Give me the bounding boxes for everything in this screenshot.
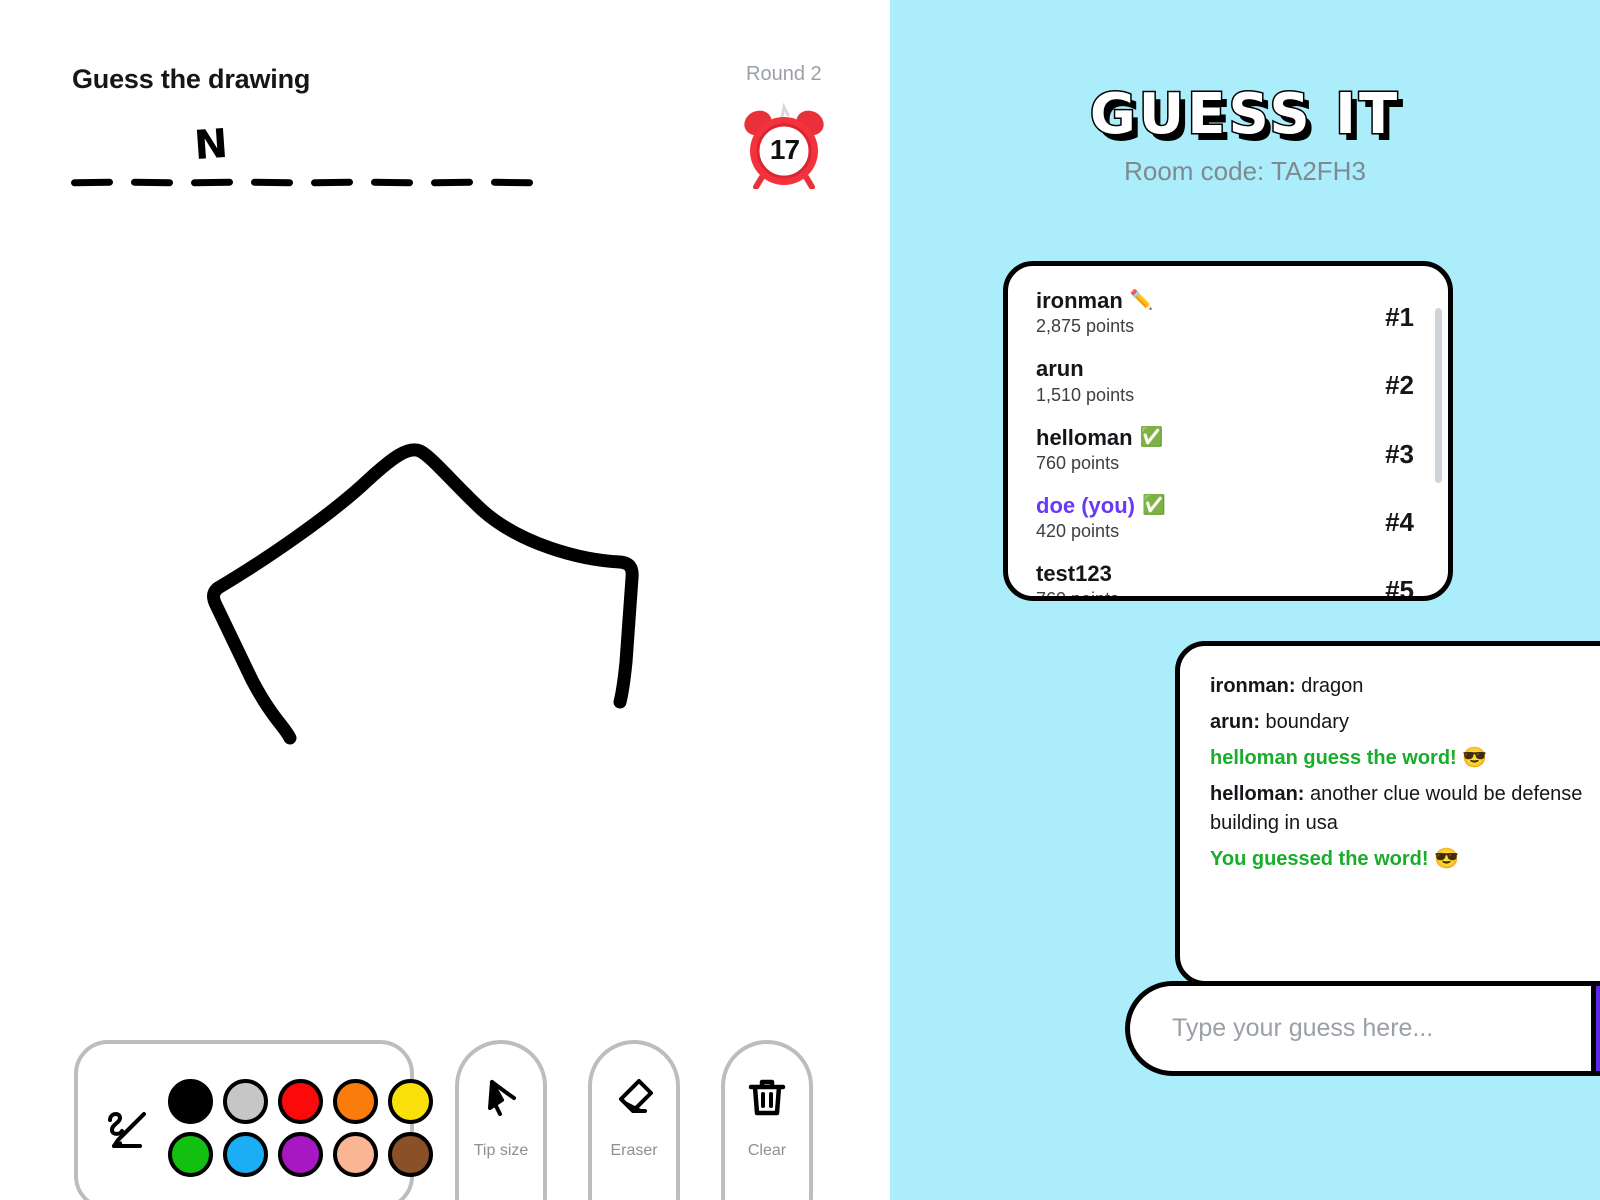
chat-text: dragon — [1295, 675, 1364, 697]
player-name: helloman ✅ — [1036, 424, 1164, 450]
player-name: arun — [1036, 356, 1084, 382]
tip-size-label: Tip size — [473, 1142, 529, 1159]
word-blank-slot — [368, 122, 428, 192]
blank-underscore — [430, 178, 474, 187]
word-blank-slot — [428, 122, 488, 192]
leaderboard-row: ironman ✏️ 2,875 points #1 — [1036, 288, 1414, 337]
chat-author: ironman: — [1210, 675, 1296, 697]
player-rank: #5 — [1385, 575, 1414, 596]
word-blanks: N — [68, 120, 548, 192]
chat-text: boundary — [1260, 711, 1349, 733]
tip-size-button[interactable]: Tip size — [455, 1040, 547, 1200]
chat-text: You guessed the word! 😎 — [1210, 848, 1459, 870]
leaderboard-card: ironman ✏️ 2,875 points #1 arun 1,510 points #… — [1003, 261, 1453, 601]
player-info: test123 760 points — [1036, 561, 1119, 596]
player-info: ironman ✏️ 2,875 points — [1036, 288, 1153, 337]
clear-label: Clear — [747, 1142, 787, 1159]
leaderboard-scrollbar[interactable] — [1435, 308, 1442, 483]
word-blank-slot — [488, 122, 548, 192]
color-palette[interactable] — [74, 1040, 433, 1200]
leaderboard-row: doe (you) ✅ 420 points #4 — [1036, 493, 1414, 542]
color-swatch-blue[interactable] — [223, 1131, 268, 1177]
eraser-button[interactable]: Eraser — [588, 1040, 680, 1200]
drawing-stroke — [207, 443, 639, 745]
drawing-canvas[interactable] — [0, 210, 890, 1020]
color-swatch-green[interactable] — [168, 1131, 213, 1177]
blank-underscore — [190, 178, 234, 187]
player-points: 760 points — [1036, 452, 1120, 473]
word-blank-slot — [68, 122, 128, 192]
blank-underscore — [250, 178, 294, 187]
player-info: doe (you) ✅ 420 points — [1036, 493, 1166, 542]
word-blank-slot — [248, 122, 308, 192]
chat-author: helloman: — [1210, 783, 1305, 805]
color-swatch-yellow[interactable] — [388, 1078, 433, 1124]
chat-text: helloman guess the word! 😎 — [1210, 747, 1488, 769]
guess-input[interactable] — [1130, 986, 1591, 1071]
chat-message: arun: boundary — [1210, 708, 1600, 737]
chat-card: ironman: dragon arun: boundary helloman gu… — [1175, 641, 1600, 986]
round-label: Round 2 — [746, 63, 822, 85]
eraser-icon — [619, 1079, 653, 1113]
blank-underscore — [490, 178, 534, 187]
leaderboard-list: ironman ✏️ 2,875 points #1 arun 1,510 points #… — [1008, 266, 1448, 596]
player-points: 1,510 points — [1036, 384, 1135, 405]
app-logo: GUESS IT — [1088, 81, 1401, 149]
check-mark-icon: ✅ — [1142, 495, 1166, 517]
revealed-letter: N — [192, 120, 230, 170]
round-timer: 17 — [736, 103, 832, 189]
color-swatch-brown[interactable] — [388, 1131, 433, 1177]
drawing-board-panel: Guess the drawing Round 2 17 N Tip size … — [0, 0, 890, 1200]
leaderboard-row: helloman ✅ 760 points #3 — [1036, 425, 1414, 474]
swatch-grid — [168, 1077, 434, 1178]
chat-author: arun: — [1210, 711, 1260, 733]
color-swatch-gray[interactable] — [223, 1078, 268, 1124]
color-swatch-red[interactable] — [278, 1078, 323, 1124]
trash-icon — [748, 1079, 786, 1116]
blank-underscore — [130, 178, 174, 187]
color-swatch-orange[interactable] — [333, 1078, 378, 1124]
word-blank-slot: N — [188, 120, 248, 192]
blank-underscore — [70, 178, 114, 187]
color-swatch-peach[interactable] — [333, 1131, 378, 1177]
guess-input-bar — [1125, 981, 1600, 1076]
player-name: doe (you) ✅ — [1036, 492, 1166, 518]
eraser-label: Eraser — [610, 1142, 658, 1159]
player-rank: #4 — [1385, 507, 1414, 538]
blank-underscore — [370, 178, 414, 187]
pen-squiggle-icon — [108, 1112, 146, 1148]
send-button[interactable] — [1591, 986, 1600, 1071]
player-points: 420 points — [1036, 521, 1120, 542]
player-name: test123 — [1036, 561, 1112, 587]
blank-underscore — [310, 178, 354, 187]
player-info: helloman ✅ 760 points — [1036, 425, 1163, 474]
leaderboard-row: test123 760 points #5 — [1036, 561, 1414, 596]
side-panel: GUESS IT Room code: TA2FH3 ironman ✏️ 2,87… — [890, 0, 1600, 1200]
player-info: arun 1,510 points — [1036, 356, 1134, 405]
player-rank: #3 — [1385, 438, 1414, 469]
player-name: ironman ✏️ — [1036, 288, 1154, 313]
player-points: 2,875 points — [1036, 316, 1135, 337]
chat-message: ironman: dragon — [1210, 672, 1600, 701]
guess-it-game: Guess the drawing Round 2 17 N Tip size … — [0, 0, 1600, 1200]
chat-system-message: You guessed the word! 😎 — [1210, 845, 1600, 874]
player-rank: #1 — [1385, 302, 1414, 333]
color-swatch-black[interactable] — [168, 1078, 213, 1124]
clear-button[interactable]: Clear — [721, 1040, 813, 1200]
page-title: Guess the drawing — [72, 64, 311, 94]
color-swatch-purple[interactable] — [278, 1131, 323, 1177]
word-blank-slot — [128, 122, 188, 192]
timer-seconds: 17 — [769, 134, 800, 165]
player-rank: #2 — [1385, 370, 1414, 401]
check-mark-icon: ✅ — [1139, 426, 1164, 448]
brush-tip-icon — [488, 1080, 516, 1116]
room-code: Room code: TA2FH3 — [1124, 156, 1366, 186]
word-blank-slot — [308, 122, 368, 192]
player-points: 760 points — [1036, 589, 1119, 596]
pencil-icon: ✏️ — [1129, 290, 1154, 312]
chat-system-message: helloman guess the word! 😎 — [1210, 744, 1600, 773]
chat-message: helloman: another clue would be defense … — [1210, 780, 1600, 838]
leaderboard-row: arun 1,510 points #2 — [1036, 356, 1414, 405]
